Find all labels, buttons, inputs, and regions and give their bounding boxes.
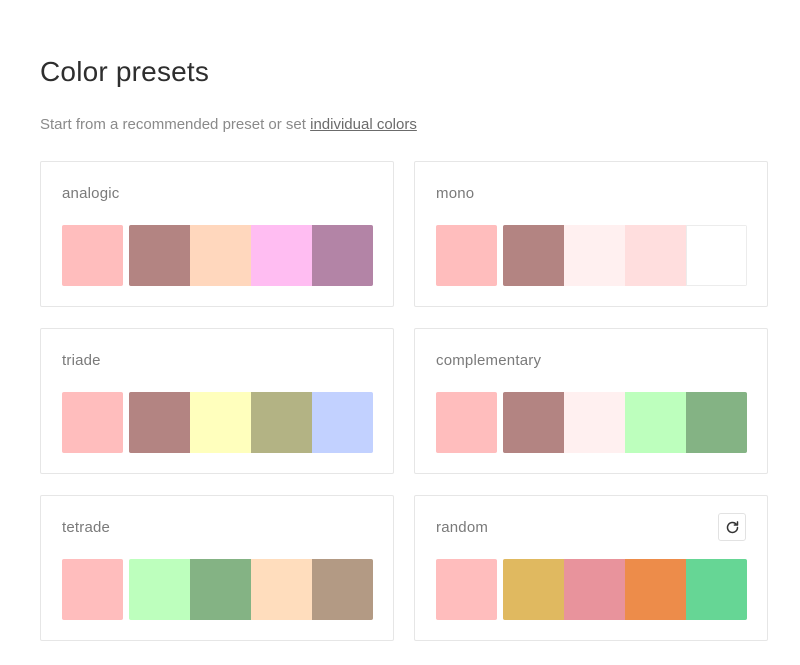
- preset-label: random: [436, 519, 489, 536]
- color-swatch: [564, 559, 625, 620]
- preset-card-triade[interactable]: triade: [40, 328, 394, 474]
- preset-label: mono: [436, 185, 475, 202]
- color-swatch: [251, 392, 312, 453]
- color-swatch: [686, 559, 747, 620]
- preset-card-mono[interactable]: mono: [414, 161, 768, 307]
- palette-swatch-group: [503, 225, 747, 286]
- preset-label: triade: [62, 352, 101, 369]
- preset-card-complementary[interactable]: complementary: [414, 328, 768, 474]
- color-swatch: [251, 225, 312, 286]
- base-color-swatch: [62, 225, 123, 286]
- color-swatch: [625, 392, 686, 453]
- swatch-row: [62, 559, 373, 620]
- palette-swatch-group: [129, 392, 373, 453]
- preset-label: complementary: [436, 352, 542, 369]
- page-title: Color presets: [40, 56, 210, 87]
- swatch-row: [436, 559, 747, 620]
- palette-swatch-group: [129, 225, 373, 286]
- base-color-swatch: [62, 392, 123, 453]
- color-swatch: [129, 392, 190, 453]
- base-color-swatch: [436, 559, 497, 620]
- color-swatch: [190, 392, 251, 453]
- color-swatch: [625, 225, 686, 286]
- color-swatch: [503, 392, 564, 453]
- preset-grid: analogic mono triade complementary tetrade ra…: [40, 161, 768, 641]
- color-swatch: [129, 559, 190, 620]
- color-swatch: [190, 225, 251, 286]
- subtitle-text: Start from a recommended preset or set: [40, 116, 311, 133]
- preset-label: tetrade: [62, 519, 111, 536]
- page-subtitle: Start from a recommended preset or set i…: [40, 116, 417, 133]
- color-swatch: [625, 559, 686, 620]
- color-swatch: [129, 225, 190, 286]
- palette-swatch-group: [503, 392, 747, 453]
- base-color-swatch: [436, 225, 497, 286]
- color-swatch: [686, 392, 747, 453]
- preset-card-tetrade[interactable]: tetrade: [40, 495, 394, 641]
- color-swatch: [312, 559, 373, 620]
- color-swatch: [686, 225, 747, 286]
- color-swatch: [503, 225, 564, 286]
- refresh-icon: [726, 520, 738, 533]
- color-swatch: [564, 392, 625, 453]
- palette-swatch-group: [503, 559, 747, 620]
- swatch-row: [62, 392, 373, 453]
- individual-colors-link[interactable]: individual colors: [310, 116, 417, 133]
- color-swatch: [312, 225, 373, 286]
- color-swatch: [190, 559, 251, 620]
- swatch-row: [436, 392, 747, 453]
- swatch-row: [62, 225, 373, 286]
- color-swatch: [312, 392, 373, 453]
- color-presets-page: Color presets Start from a recommended p…: [0, 0, 800, 665]
- color-swatch: [503, 559, 564, 620]
- preset-card-analogic[interactable]: analogic: [40, 161, 394, 307]
- swatch-row: [436, 225, 747, 286]
- base-color-swatch: [436, 392, 497, 453]
- base-color-swatch: [62, 559, 123, 620]
- refresh-random-button[interactable]: [718, 513, 746, 541]
- color-swatch: [564, 225, 625, 286]
- color-swatch: [251, 559, 312, 620]
- palette-swatch-group: [129, 559, 373, 620]
- preset-card-random[interactable]: random: [414, 495, 768, 641]
- preset-label: analogic: [62, 185, 120, 202]
